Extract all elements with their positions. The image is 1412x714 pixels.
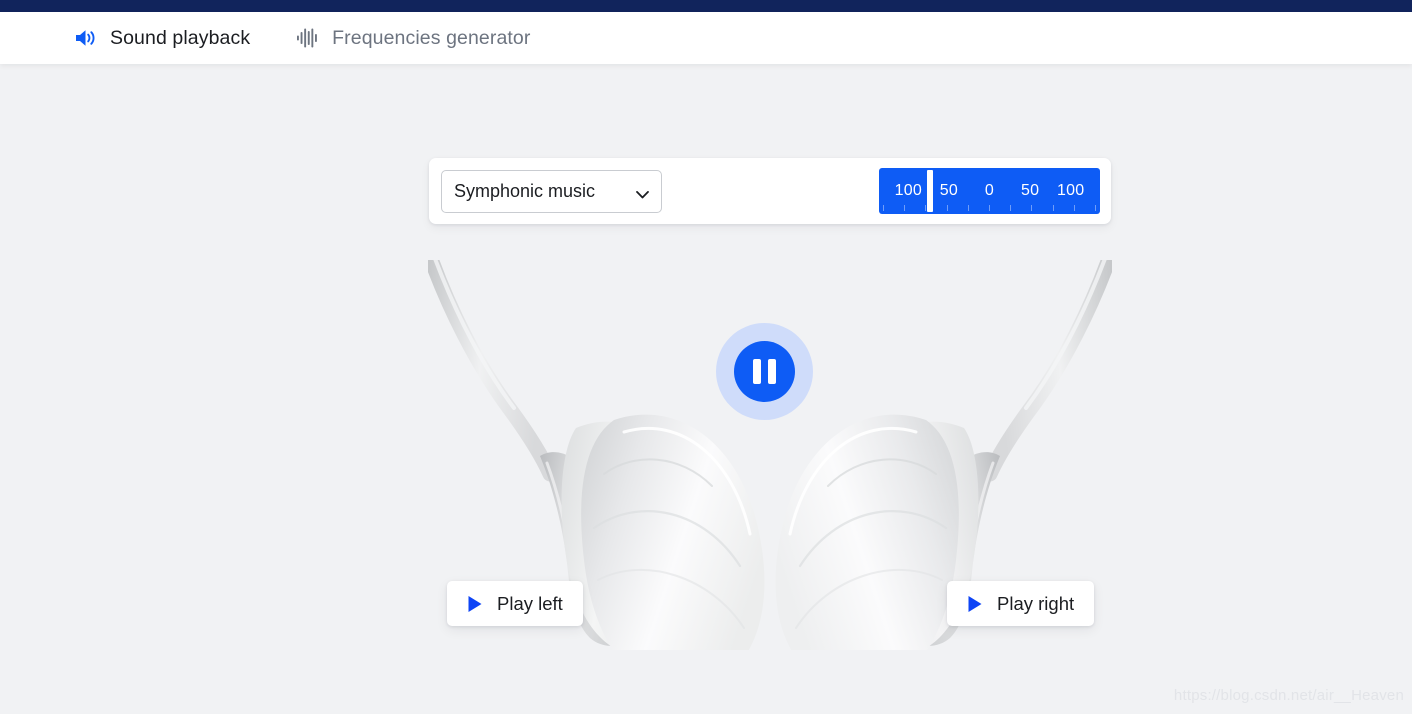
play-left-label: Play left	[497, 592, 563, 614]
play-right-button[interactable]: Play right	[947, 581, 1095, 626]
main-stage: Symphonic music 100 50 0 50 100 Play lef…	[0, 64, 1412, 714]
play-right-label: Play right	[997, 592, 1075, 614]
audio-waveform-icon	[296, 27, 320, 49]
nav-item-frequencies-generator[interactable]: Frequencies generator	[296, 12, 530, 64]
balance-slider[interactable]: 100 50 0 50 100	[879, 168, 1100, 214]
pause-button[interactable]	[716, 323, 813, 420]
sound-select[interactable]: Symphonic music	[441, 169, 662, 213]
control-card: Symphonic music 100 50 0 50 100	[429, 158, 1111, 224]
play-triangle-icon	[467, 595, 483, 613]
speaker-volume-icon	[74, 28, 98, 48]
balance-tick-label: 50	[1020, 182, 1040, 199]
nav-label-sound-playback: Sound playback	[110, 26, 251, 49]
balance-tick-label: 0	[984, 182, 995, 199]
play-triangle-icon	[967, 595, 983, 613]
nav-item-sound-playback[interactable]: Sound playback	[74, 12, 250, 64]
balance-slider-labels: 100 50 0 50 100	[879, 168, 1100, 214]
window-top-strip	[0, 0, 1412, 12]
watermark: https://blog.csdn.net/air__Heaven	[1173, 687, 1404, 704]
app-header: Sound playback Frequencies generator	[0, 12, 1412, 64]
sound-select-wrapper: Symphonic music	[441, 169, 662, 213]
play-left-button[interactable]: Play left	[447, 581, 583, 626]
balance-tick-label: 100	[894, 182, 922, 199]
balance-tick-label: 100	[1057, 182, 1085, 199]
nav-label-frequencies-generator: Frequencies generator	[332, 26, 531, 49]
balance-slider-handle[interactable]	[926, 170, 933, 212]
pause-icon	[734, 341, 795, 402]
balance-tick-label: 50	[939, 182, 958, 199]
main-nav: Sound playback Frequencies generator	[74, 12, 530, 64]
